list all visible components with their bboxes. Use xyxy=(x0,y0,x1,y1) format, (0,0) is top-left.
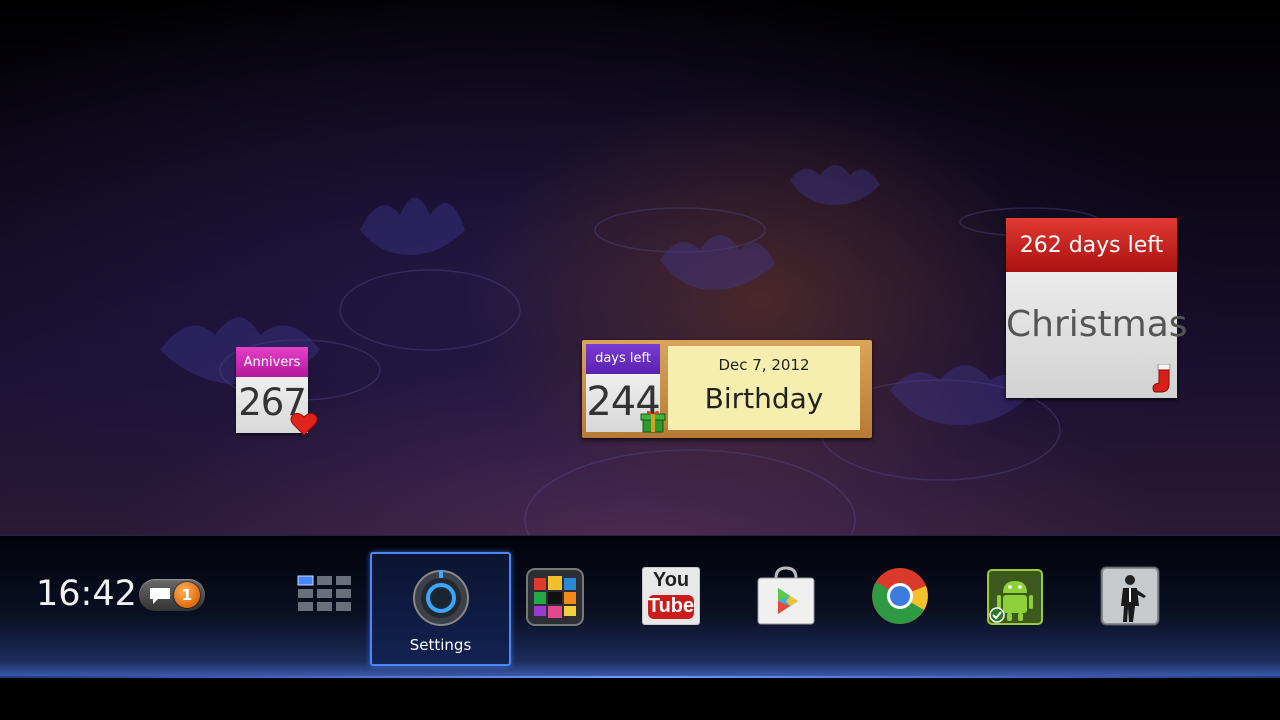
figure-icon[interactable] xyxy=(1100,566,1160,626)
colored-blocks-icon[interactable] xyxy=(526,568,584,626)
anniversary-header: Annivers xyxy=(236,347,308,377)
notification-count: 1 xyxy=(174,582,200,608)
play-store-icon[interactable] xyxy=(756,566,816,626)
christmas-widget[interactable]: 262 days left Christmas xyxy=(1006,218,1188,398)
birthday-widget[interactable]: days left 244 Dec 7, 2012 Birthday xyxy=(582,340,872,438)
gear-icon xyxy=(413,570,469,626)
settings-label: Settings xyxy=(409,636,472,654)
clock: 16:42 xyxy=(36,574,137,614)
youtube-icon[interactable]: You Tube xyxy=(641,566,701,626)
christmas-days-left: 262 days left xyxy=(1006,218,1177,272)
chrome-icon[interactable] xyxy=(871,567,929,625)
heart-icon xyxy=(290,412,318,436)
gift-icon xyxy=(640,410,666,433)
dock-glow-line xyxy=(0,676,1280,678)
android-icon[interactable] xyxy=(987,569,1043,625)
youtube-logo-bottom: Tube xyxy=(647,595,695,617)
birthday-date: Dec 7, 2012 xyxy=(718,356,810,374)
youtube-logo-top: You xyxy=(652,569,690,591)
christmas-title: Christmas xyxy=(1006,304,1188,345)
notification-indicator[interactable]: 1 xyxy=(139,579,205,611)
stocking-icon xyxy=(1152,364,1171,393)
settings-app-tile[interactable]: Settings xyxy=(370,552,511,666)
chat-bubble-icon xyxy=(150,588,170,604)
grid-icon[interactable] xyxy=(296,574,352,614)
birthday-days-left-label: days left xyxy=(586,344,660,374)
birthday-note: Dec 7, 2012 Birthday xyxy=(668,346,860,430)
birthday-title: Birthday xyxy=(704,382,824,415)
